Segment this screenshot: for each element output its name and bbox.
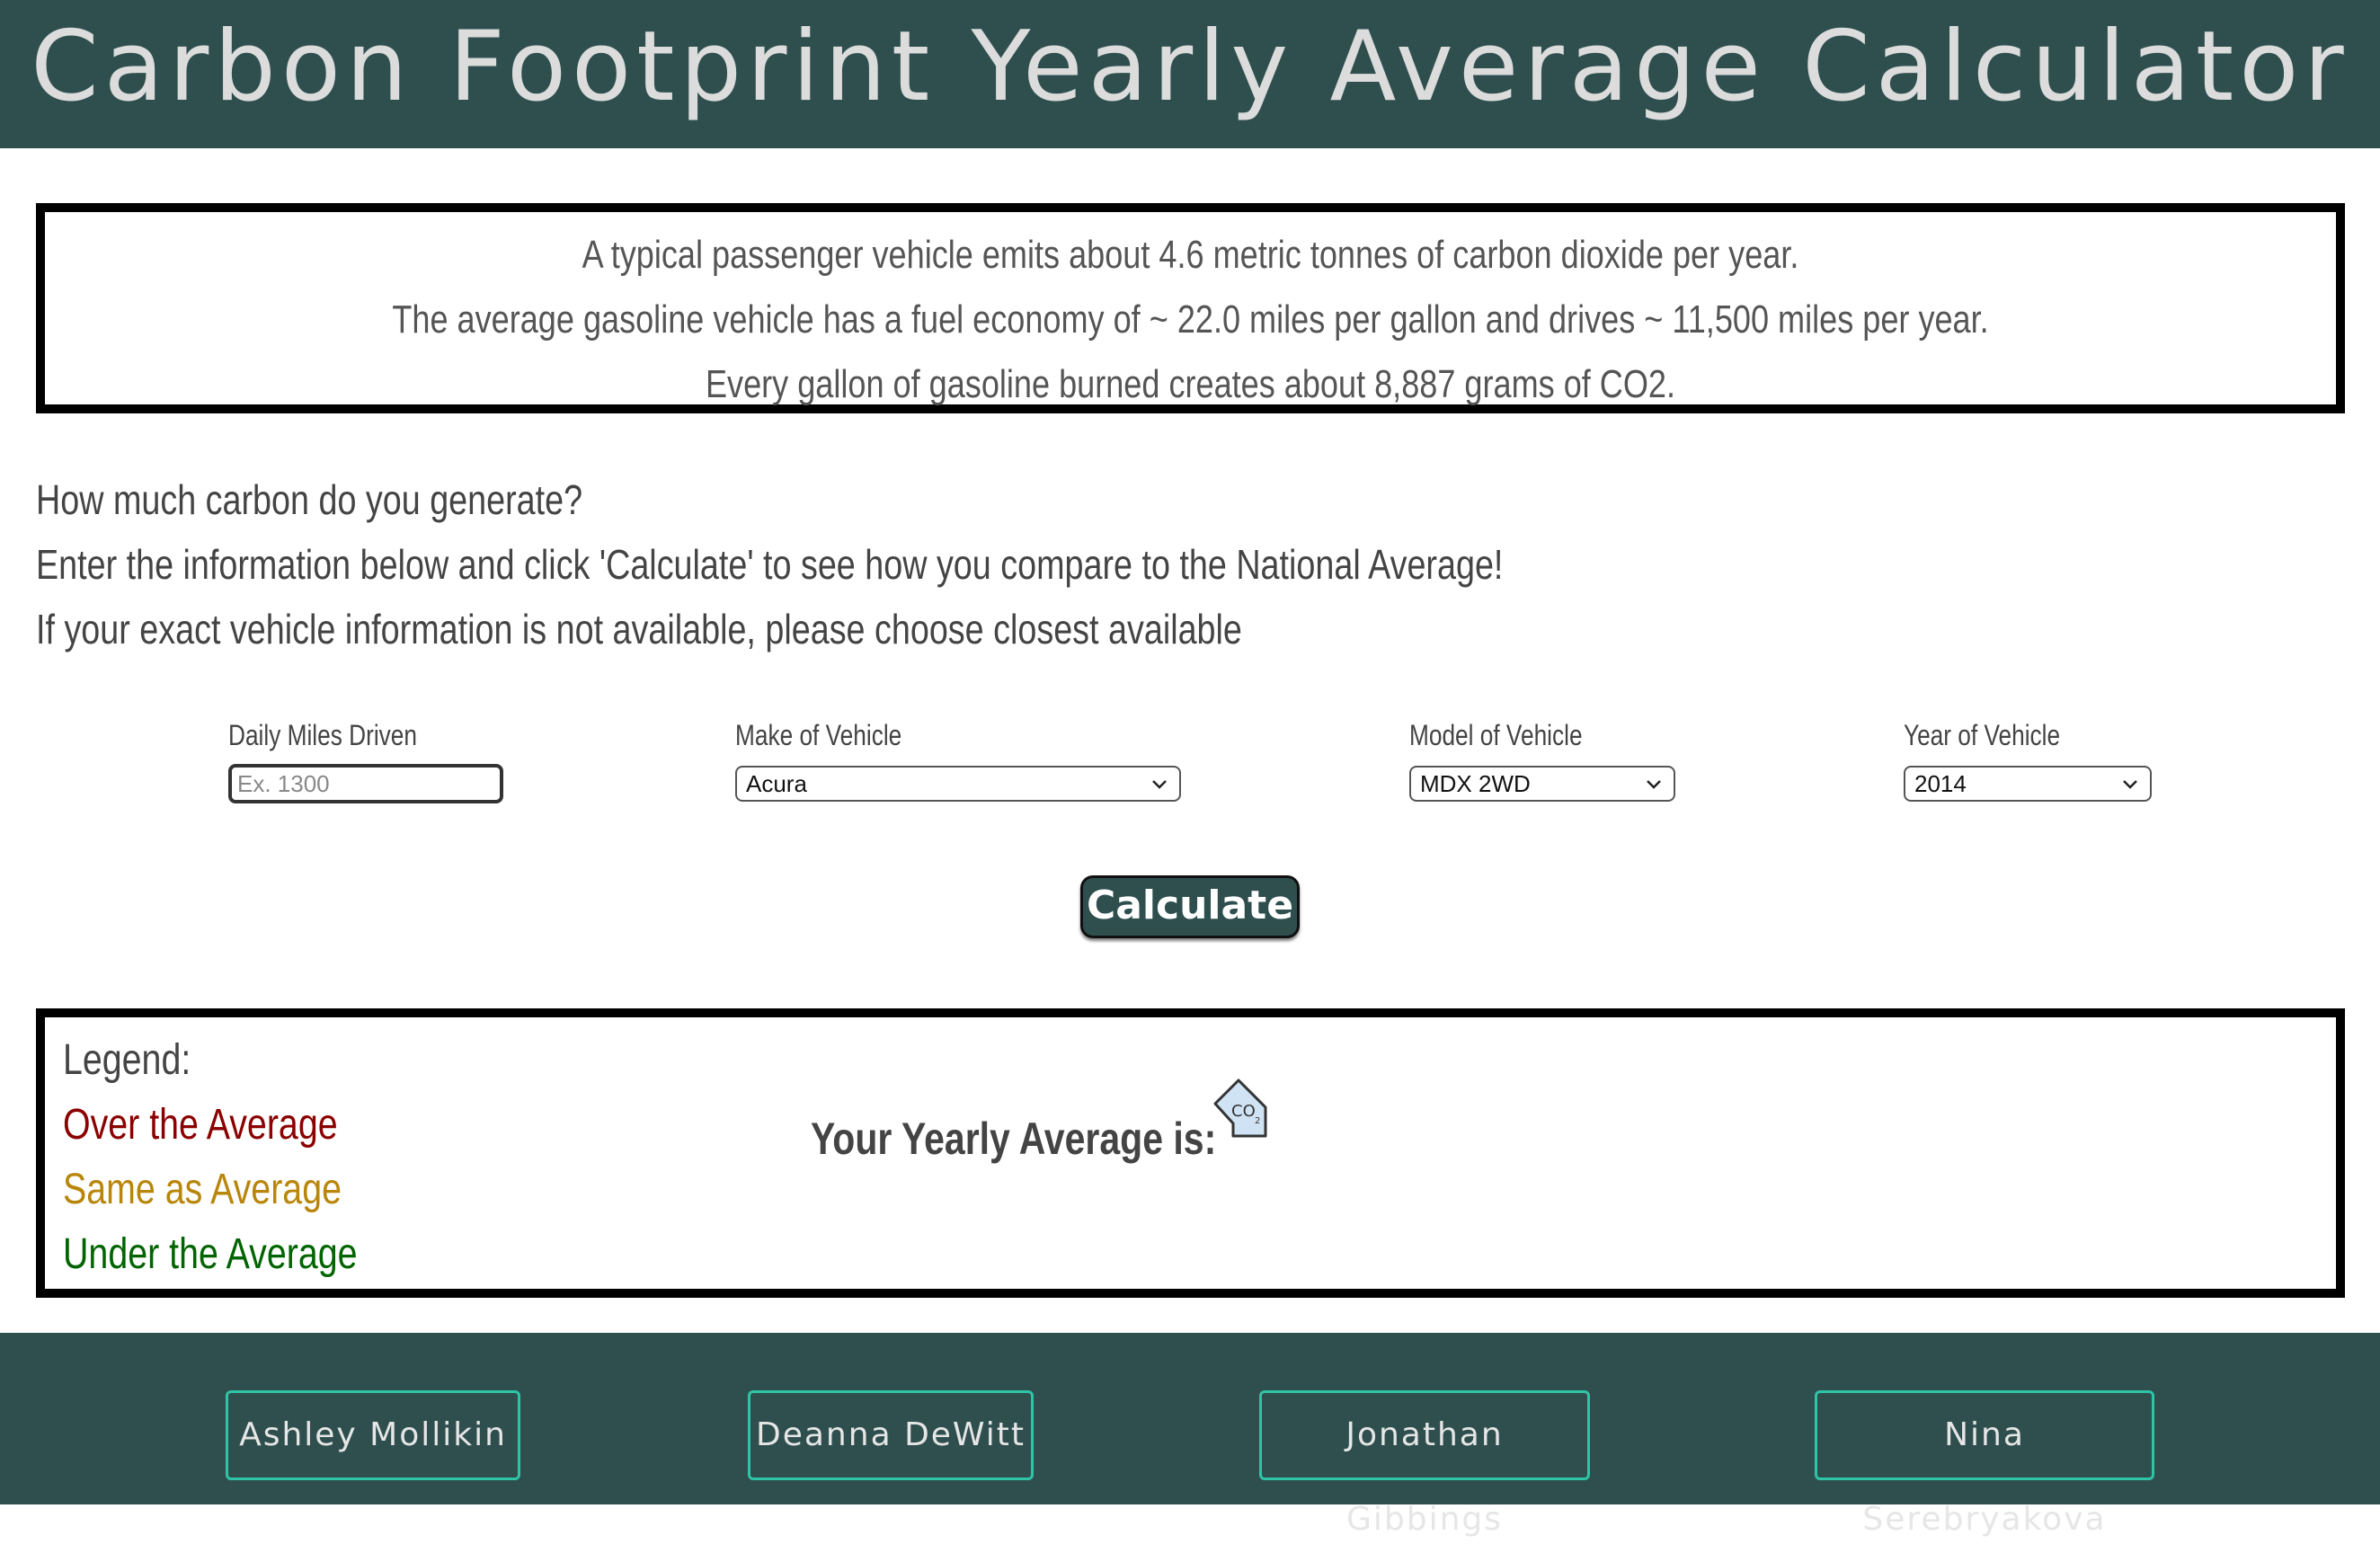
member-button-nina[interactable]: Nina Serebryakova [1815,1390,2154,1538]
fact-line: A typical passenger vehicle emits about … [582,233,1799,277]
legend-under: Under the Average [63,1230,358,1278]
miles-label: Daily Miles Driven [228,719,417,751]
page-header: Carbon Footprint Yearly Average Calculat… [0,0,2380,148]
model-selected-value: MDX 2WD [1420,769,1531,797]
yearly-average-label: Your Yearly Average is: [811,1114,1217,1164]
intro-note: If your exact vehicle information is not… [36,606,1242,652]
year-selected-value: 2014 [1914,769,1967,797]
model-field-group: Model of Vehicle MDX 2WD [1409,719,1675,802]
page-title: Carbon Footprint Yearly Average Calculat… [31,11,2349,123]
co2-icon: CO 2 [1213,1078,1267,1138]
make-selected-value: Acura [746,769,807,797]
chevron-down-icon [1647,780,1661,789]
co2-icon-text: CO [1231,1102,1256,1121]
miles-field-group: Daily Miles Driven [228,719,503,803]
model-select[interactable]: MDX 2WD [1409,766,1675,802]
make-field-group: Make of Vehicle Acura [735,719,1181,802]
legend-title: Legend: [63,1036,191,1084]
results-box: Legend: Over the Average Same as Average… [36,1008,2345,1298]
daily-miles-input[interactable] [228,764,503,803]
intro-text: How much carbon do you generate? Enter t… [36,467,1834,661]
year-label: Year of Vehicle [1904,719,2061,751]
model-label: Model of Vehicle [1409,719,1583,751]
page-footer: Ashley Mollikin Deanna DeWitt Jonathan G… [0,1333,2380,1538]
facts-box: A typical passenger vehicle emits about … [36,203,2345,413]
year-select[interactable]: 2014 [1904,766,2152,802]
intro-instructions: Enter the information below and click 'C… [36,541,1504,588]
legend: Legend: Over the Average Same as Average… [63,1028,422,1287]
make-select[interactable]: Acura [735,766,1181,802]
calculate-button[interactable]: Calculate [1080,875,1300,938]
fact-line: The average gasoline vehicle has a fuel … [392,297,1989,342]
intro-question: How much carbon do you generate? [36,476,583,523]
yearly-average-result: Your Yearly Average is: CO 2 [811,1078,1267,1165]
fact-line: Every gallon of gasoline burned creates … [705,362,1676,406]
chevron-down-icon [1152,780,1167,789]
member-button-deanna[interactable]: Deanna DeWitt [748,1390,1034,1480]
chevron-down-icon [2123,780,2137,789]
co2-icon-subscript: 2 [1255,1116,1260,1126]
member-button-jonathan[interactable]: Jonathan Gibbings [1259,1390,1590,1538]
member-button-ashley[interactable]: Ashley Mollikin [226,1390,520,1480]
legend-same: Same as Average [63,1166,342,1213]
year-field-group: Year of Vehicle 2014 [1904,719,2152,802]
make-label: Make of Vehicle [735,719,902,751]
legend-over: Over the Average [63,1101,338,1149]
